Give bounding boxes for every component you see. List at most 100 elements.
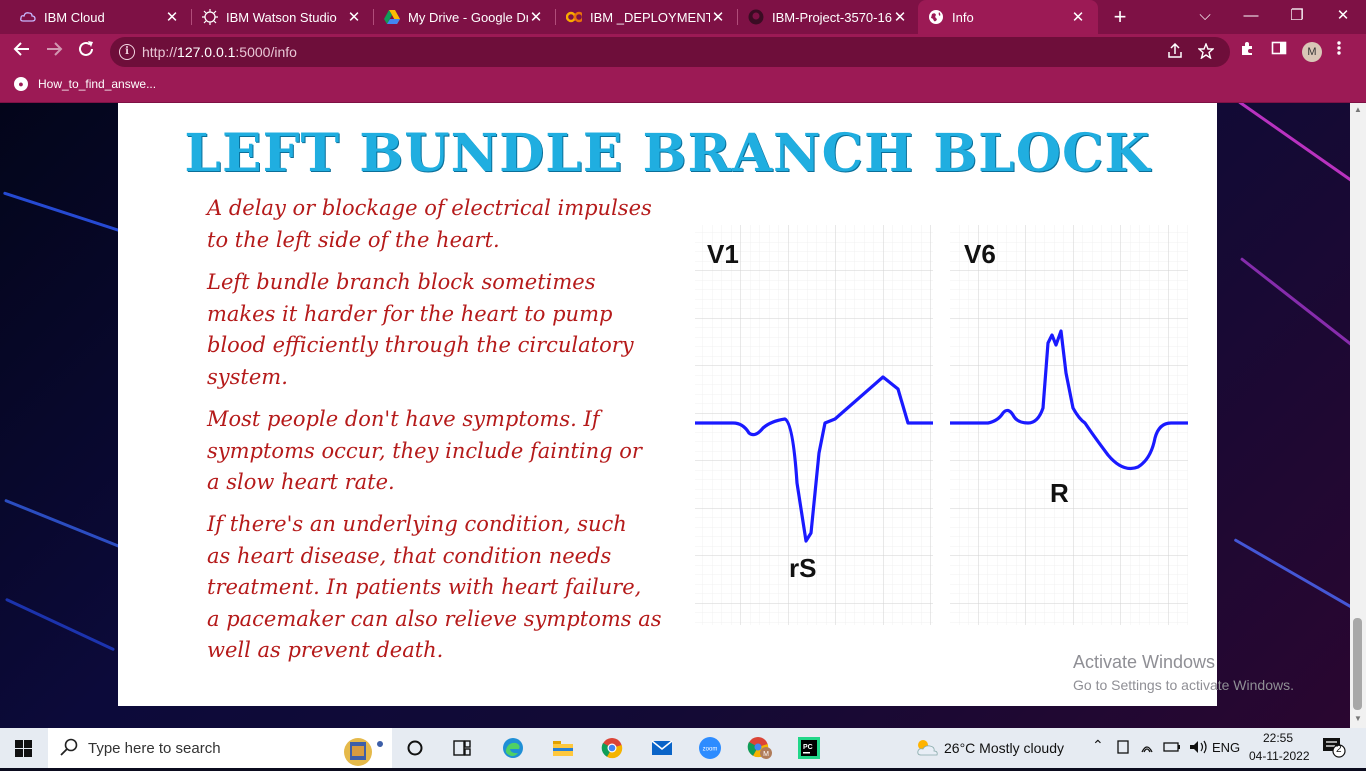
extensions-icon[interactable]: [1234, 39, 1260, 65]
reload-button[interactable]: [72, 38, 100, 66]
close-window-button[interactable]: ✕: [1320, 0, 1366, 34]
taskbar-search[interactable]: Type here to search: [48, 728, 392, 768]
site-info-icon[interactable]: i: [119, 44, 135, 60]
clock-time[interactable]: 22:55: [1263, 731, 1293, 745]
tab-google-drive[interactable]: My Drive - Google Dri ✕: [364, 0, 556, 34]
forward-arrow-icon: [47, 42, 63, 56]
tab-colab-deployment[interactable]: IBM _DEPLOYMENT_M ✕: [546, 0, 738, 34]
close-icon[interactable]: ✕: [346, 8, 362, 26]
ecg-wave-label-rs: rS: [789, 553, 816, 583]
address-url[interactable]: http://127.0.0.1:5000/info: [142, 44, 297, 60]
info-paragraph: If there's an underlying condition, such…: [207, 509, 677, 667]
tab-strip: IBM Cloud ✕ IBM Watson Studio ✕ My Drive…: [0, 0, 1366, 34]
maximize-button[interactable]: ❐: [1274, 0, 1320, 34]
menu-kebab-icon[interactable]: [1326, 39, 1352, 65]
paragraph-line: If there's an underlying condition, such: [207, 512, 627, 536]
close-icon[interactable]: ✕: [1070, 8, 1086, 26]
back-button[interactable]: [8, 38, 36, 66]
close-icon[interactable]: ✕: [710, 8, 726, 26]
tab-label: IBM Watson Studio: [226, 9, 337, 25]
ecg-grid-v6: [950, 225, 1188, 625]
tab-github-project[interactable]: IBM-Project-3570-165 ✕: [728, 0, 920, 34]
weather-icon[interactable]: [910, 734, 944, 762]
close-icon[interactable]: ✕: [164, 8, 180, 26]
tab-search-button[interactable]: ⌵: [1182, 0, 1228, 34]
browser-toolbar: i http://127.0.0.1:5000/info M: [0, 34, 1366, 70]
back-arrow-icon: [13, 42, 29, 56]
task-view-icon[interactable]: [400, 734, 430, 762]
background-streak: [1233, 538, 1350, 611]
clock-date[interactable]: 04-11-2022: [1249, 749, 1310, 763]
chrome-profile-icon[interactable]: M: [745, 734, 775, 762]
chevron-up-icon[interactable]: ⌃: [1092, 737, 1104, 754]
ecg-diagram: V1 V6 rS R: [695, 225, 1188, 625]
windows-start-icon[interactable]: [8, 734, 38, 762]
tab-info[interactable]: Info ✕: [918, 0, 1098, 34]
side-panel-icon[interactable]: [1266, 39, 1292, 65]
language-indicator[interactable]: ENG: [1212, 740, 1240, 755]
svg-text:M: M: [763, 751, 769, 758]
paragraph-line: well as prevent death.: [207, 638, 444, 662]
background-streak: [1237, 103, 1350, 189]
watson-icon: [202, 9, 218, 25]
paragraph-line: Left bundle branch block sometimes: [207, 270, 596, 294]
pycharm-icon[interactable]: PC: [794, 734, 824, 762]
file-explorer-icon[interactable]: [548, 734, 578, 762]
info-paragraph: Left bundle branch block sometimes makes…: [207, 267, 677, 393]
paragraph-line: treatment. In patients with heart failur…: [207, 575, 642, 599]
mail-icon[interactable]: [647, 734, 677, 762]
notification-icon[interactable]: 2: [1322, 736, 1346, 761]
paragraph-line: a slow heart rate.: [207, 470, 395, 494]
activate-windows-title: Activate Windows: [1073, 652, 1216, 672]
minimize-button[interactable]: —: [1228, 0, 1274, 34]
address-bar[interactable]: i http://127.0.0.1:5000/info: [110, 37, 1230, 67]
close-icon[interactable]: ✕: [528, 8, 544, 26]
paragraph-line: symptoms occur, they include fainting or: [207, 438, 642, 463]
tray-icons[interactable]: [1116, 738, 1212, 759]
info-card: LEFT BUNDLE BRANCH BLOCK A delay or bloc…: [118, 103, 1217, 706]
edge-browser-icon[interactable]: [498, 734, 528, 762]
scrollbar-thumb[interactable]: [1353, 618, 1362, 710]
svg-text:PC: PC: [803, 744, 813, 751]
zoom-icon[interactable]: zoom: [695, 734, 725, 762]
globe-icon: ●: [14, 77, 28, 91]
info-paragraph: A delay or blockage of electrical impuls…: [207, 193, 677, 256]
paragraph-line: A delay or blockage of electrical impuls…: [207, 196, 652, 220]
search-placeholder: Type here to search: [88, 740, 221, 757]
tab-watson-studio[interactable]: IBM Watson Studio ✕: [182, 0, 374, 34]
scroll-down-arrow-icon[interactable]: ▼: [1350, 712, 1366, 726]
info-paragraph: Most people don't have symptoms. If symp…: [207, 404, 677, 499]
forward-button[interactable]: [40, 38, 68, 66]
ecg-wave-label-r: R: [1050, 478, 1069, 508]
tab-label: Info: [952, 9, 974, 25]
search-icon: [60, 738, 78, 761]
paragraph-line: to the left side of the heart.: [207, 227, 500, 252]
tab-label: IBM-Project-3570-165: [772, 9, 892, 25]
weather-text[interactable]: 26°C Mostly cloudy: [944, 740, 1064, 756]
tab-label: IBM Cloud: [44, 9, 105, 25]
search-highlight-image: [328, 730, 388, 766]
paragraph-line: makes it harder for the heart to pump: [207, 301, 613, 326]
scroll-up-arrow-icon[interactable]: ▲: [1350, 103, 1366, 117]
activate-windows-subtitle: Go to Settings to activate Windows.: [1073, 677, 1294, 693]
new-tab-button[interactable]: +: [1108, 4, 1132, 30]
widgets-icon[interactable]: [447, 734, 477, 762]
bookmark-star-icon[interactable]: [1197, 42, 1215, 63]
bookmark-item[interactable]: ● How_to_find_answe...: [14, 77, 156, 91]
paragraph-line: system.: [207, 364, 288, 389]
bookmark-label: How_to_find_answe...: [38, 77, 157, 91]
bookmarks-bar: ● How_to_find_answe...: [0, 70, 1366, 103]
globe-icon: [928, 9, 944, 25]
background-streak: [1239, 257, 1350, 352]
profile-avatar[interactable]: M: [1302, 42, 1322, 62]
github-icon: [748, 9, 764, 25]
chrome-icon[interactable]: [597, 734, 627, 762]
paragraph-line: a pacemaker can also relieve symptoms as: [207, 606, 662, 631]
close-icon[interactable]: ✕: [892, 8, 908, 26]
page-title: LEFT BUNDLE BRANCH BLOCK: [184, 123, 1151, 184]
colab-icon: [566, 9, 582, 25]
background-streak: [2, 191, 138, 238]
tab-ibm-cloud[interactable]: IBM Cloud ✕: [0, 0, 192, 34]
share-icon[interactable]: [1167, 42, 1183, 63]
paragraph-line: Most people don't have symptoms. If: [207, 407, 600, 431]
